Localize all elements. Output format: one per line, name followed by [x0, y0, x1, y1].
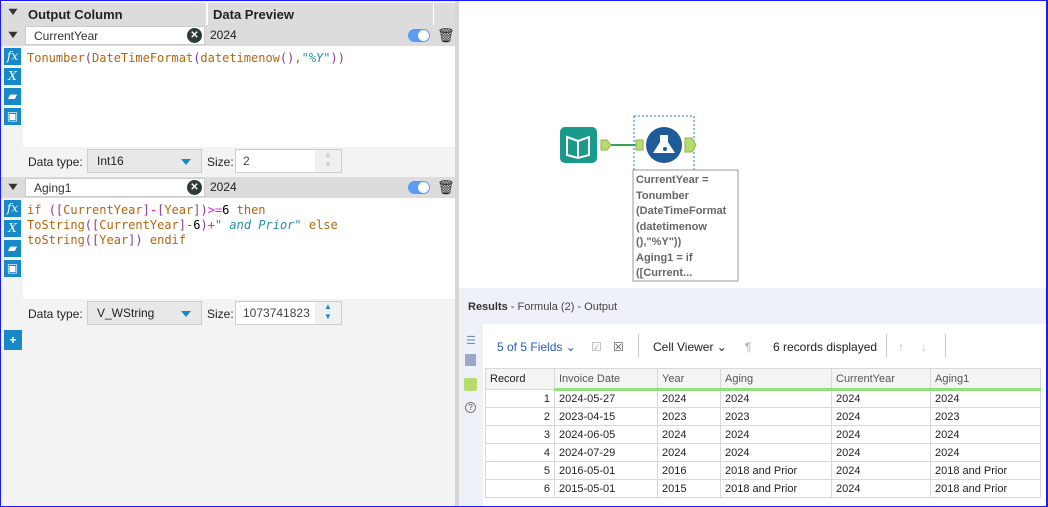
window-frame: [0, 0, 1048, 507]
